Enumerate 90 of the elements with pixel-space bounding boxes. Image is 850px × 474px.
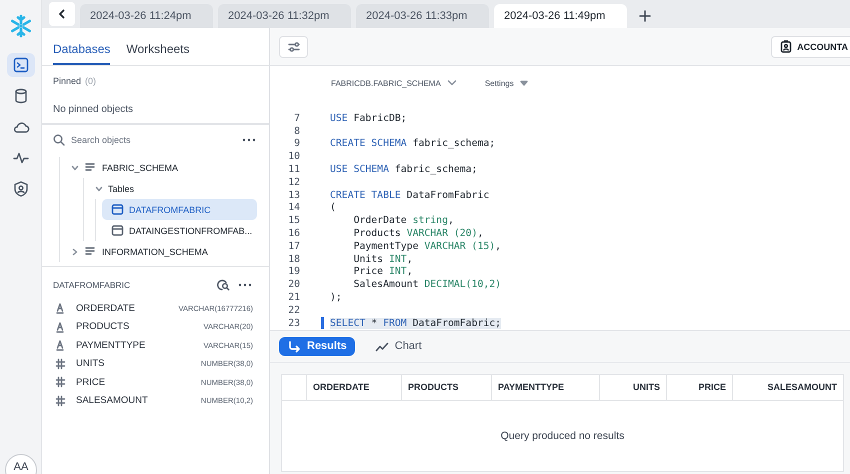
filter-button[interactable] (279, 36, 308, 58)
code-line: SalesAmount DECIMAL(10,2) (352, 279, 502, 290)
panel-tab[interactable]: Worksheets (126, 28, 190, 65)
column-name: UNITS (76, 358, 106, 370)
code-line: PaymentType VARCHAR (15), (352, 240, 502, 252)
table-icon (111, 224, 124, 237)
code-line: Units INT, (352, 254, 413, 265)
role-button[interactable]: ACCOUNTA (771, 36, 850, 58)
tree-item[interactable]: Tables (93, 178, 269, 199)
snowflake-logo-icon (8, 14, 32, 38)
avatar[interactable]: AA (5, 454, 37, 474)
tree-item[interactable]: FABRIC_SCHEMA (69, 157, 269, 178)
empty-message: No pinned objects (53, 104, 134, 115)
line-number: 23 (287, 318, 300, 329)
plus-icon (639, 10, 651, 22)
worksheet-tab[interactable]: 2024-03-26 11:32pm (218, 4, 351, 28)
table-icon (111, 203, 124, 216)
column-name: PRODUCTS (76, 321, 130, 332)
shield-icon (12, 180, 30, 198)
text-type-icon (55, 339, 66, 352)
pinned-count: (0) (85, 76, 96, 86)
preview-icon (216, 278, 230, 292)
line-number: 7 (293, 112, 300, 124)
hash-icon (55, 394, 66, 407)
context-selector[interactable]: FABRICDB.FABRIC_SCHEMA (331, 78, 457, 88)
line-number: 21 (287, 292, 300, 304)
column-header[interactable]: PAYMENTTYPE (492, 374, 600, 400)
line-number: 18 (287, 254, 300, 265)
terminal-icon (12, 56, 30, 74)
column-header[interactable]: PRODUCTS (402, 374, 492, 400)
line-number: 22 (287, 304, 300, 316)
chevron-down-icon (446, 79, 457, 87)
line-number: 8 (293, 126, 300, 137)
more-icon (238, 283, 252, 287)
line-number: 15 (287, 215, 300, 226)
caret-down-icon (520, 80, 528, 86)
tree-item[interactable]: INFORMATION_SCHEMA (69, 241, 269, 262)
nav-button[interactable] (6, 53, 34, 77)
line-number: 10 (287, 151, 300, 162)
worksheet-tab[interactable]: 2024-03-26 11:24pm (80, 4, 213, 28)
code-line: Price INT, (352, 266, 413, 278)
text-type-icon (55, 302, 66, 314)
section-label: Pinned (53, 76, 82, 86)
preview-button[interactable] (215, 278, 231, 292)
search-icon (53, 134, 65, 146)
code-line: ); (330, 292, 342, 304)
table-name: DATAFROMFABRIC (53, 280, 132, 290)
code-line: Products VARCHAR (20), (352, 228, 484, 240)
hash-icon (55, 358, 66, 370)
settings-menu[interactable]: Settings (484, 78, 528, 88)
empty-message: Query produced no results (500, 430, 624, 442)
badge-icon (780, 40, 792, 53)
line-number: 19 (287, 266, 300, 278)
column-name: PAYMENTTYPE (76, 340, 146, 351)
code-line: ( (330, 202, 336, 214)
code-line: OrderDate string, (352, 215, 454, 226)
search-field[interactable]: Search objects (69, 134, 189, 146)
line-number: 13 (287, 190, 300, 201)
column-name: PRICE (76, 376, 106, 388)
back-button[interactable] (49, 2, 75, 26)
more-icon (242, 138, 256, 142)
hash-icon (55, 376, 66, 388)
worksheet-tab[interactable]: 2024-03-26 11:33pm (356, 4, 489, 28)
line-number: 11 (287, 164, 300, 176)
column-header[interactable]: PRICE (667, 374, 733, 400)
code-line: USE SCHEMA fabric_schema; (330, 164, 478, 176)
column-header[interactable]: SALESAMOUNT (733, 374, 843, 400)
tree-item[interactable]: DATAINGESTIONFROMFAB... (102, 220, 257, 241)
column-name: ORDERDATE (76, 302, 136, 314)
column-header[interactable]: ORDERDATE (307, 374, 402, 400)
line-number: 16 (287, 228, 300, 240)
line-number: 20 (287, 279, 300, 290)
column-header[interactable]: UNITS (600, 374, 667, 400)
worksheet-tab[interactable]: 2024-03-26 11:49pm (494, 4, 627, 28)
code-line: USE FabricDB; (330, 112, 407, 124)
results-tab[interactable]: Chart (366, 336, 430, 356)
tree-item[interactable]: DATAFROMFABRIC (102, 199, 257, 220)
code-line: CREATE SCHEMA fabric_schema; (330, 138, 496, 150)
results-tab[interactable]: Results (279, 336, 355, 356)
column-name: SALESAMOUNT (76, 395, 149, 406)
text-type-icon (55, 320, 66, 333)
return-arrow-icon (287, 340, 301, 353)
line-number: 9 (293, 138, 300, 150)
line-number: 17 (287, 240, 300, 252)
panel-tab[interactable]: Databases (53, 28, 110, 65)
chevron-left-icon (57, 9, 67, 19)
line-number: 12 (287, 176, 300, 188)
line-number: 14 (287, 202, 300, 214)
sliders-icon (286, 40, 300, 54)
code-line: CREATE TABLE DataFromFabric (330, 190, 490, 201)
